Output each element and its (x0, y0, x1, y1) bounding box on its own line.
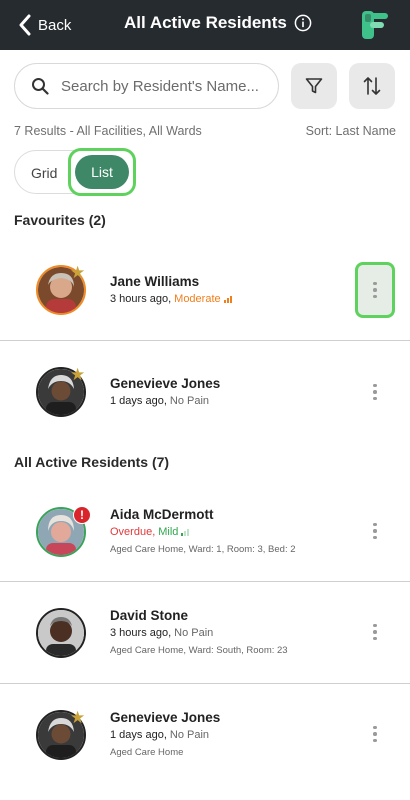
favourite-star-icon[interactable]: ★ (70, 264, 85, 281)
page-title-group: All Active Residents (124, 13, 312, 33)
more-vertical-icon[interactable] (365, 380, 385, 404)
pain-level: Mild (158, 526, 179, 538)
pain-level: Moderate (174, 293, 221, 305)
resident-name[interactable]: Genevieve Jones (110, 710, 220, 725)
filter-icon (305, 78, 323, 94)
back-button[interactable]: Back (18, 12, 71, 38)
more-vertical-icon[interactable] (355, 262, 395, 318)
list-view-label: List (75, 155, 129, 189)
divider (0, 581, 410, 582)
resident-name[interactable]: Genevieve Jones (110, 376, 220, 391)
favourite-star-icon[interactable]: ★ (70, 366, 85, 383)
top-bar: Back All Active Residents (0, 0, 410, 50)
signal-bars-icon (181, 528, 190, 536)
resident-location: Aged Care Home, Ward: 1, Room: 3, Bed: 2 (110, 544, 296, 555)
info-icon[interactable] (294, 14, 312, 32)
sort-label[interactable]: Sort: Last Name (306, 124, 396, 138)
divider (0, 340, 410, 341)
search-input[interactable] (61, 77, 261, 95)
resident-status: 3 hours ago, Moderate (110, 293, 232, 305)
last-assessed: 1 days ago, (110, 729, 167, 741)
grid-view-button[interactable]: Grid (31, 165, 57, 181)
filter-button[interactable] (291, 63, 337, 109)
more-vertical-icon[interactable] (365, 519, 385, 543)
pain-level: No Pain (169, 395, 210, 407)
more-vertical-icon[interactable] (365, 722, 385, 746)
back-label: Back (38, 16, 72, 34)
favourites-heading: Favourites (2) (14, 212, 106, 228)
all-residents-heading: All Active Residents (7) (14, 454, 170, 470)
alert-icon: ! (73, 506, 91, 524)
resident-status: 3 hours ago, No Pain (110, 627, 213, 639)
overdue-status: Overdue, (110, 526, 156, 538)
view-toggle: Grid List (14, 148, 136, 196)
resident-name[interactable]: David Stone (110, 608, 188, 623)
last-assessed: 3 hours ago, (110, 627, 172, 639)
search-icon (32, 78, 49, 95)
results-summary: 7 Results - All Facilities, All Wards (14, 124, 202, 138)
chevron-left-icon (19, 14, 31, 36)
resident-location: Aged Care Home, Ward: South, Room: 23 (110, 645, 288, 656)
resident-name[interactable]: Jane Williams (110, 274, 199, 289)
last-assessed: 3 hours ago, (110, 293, 172, 305)
page-title: All Active Residents (124, 13, 287, 32)
app-logo (362, 11, 388, 39)
signal-bars-icon (223, 295, 232, 303)
resident-name[interactable]: Aida McDermott (110, 507, 214, 522)
resident-status: 1 days ago, No Pain (110, 395, 209, 407)
list-view-button[interactable]: List (68, 148, 136, 196)
resident-location: Aged Care Home (110, 747, 184, 758)
favourite-star-icon[interactable]: ★ (70, 709, 85, 726)
pain-level: No Pain (169, 729, 210, 741)
search-bar[interactable] (14, 63, 279, 109)
avatar (36, 608, 86, 658)
last-assessed: 1 days ago, (110, 395, 167, 407)
sort-button[interactable] (349, 63, 395, 109)
resident-status: Overdue, Mild (110, 526, 190, 538)
divider (0, 683, 410, 684)
sort-arrows-icon (363, 77, 381, 95)
more-vertical-icon[interactable] (365, 620, 385, 644)
pain-level: No Pain (174, 627, 214, 639)
resident-status: 1 days ago, No Pain (110, 729, 209, 741)
